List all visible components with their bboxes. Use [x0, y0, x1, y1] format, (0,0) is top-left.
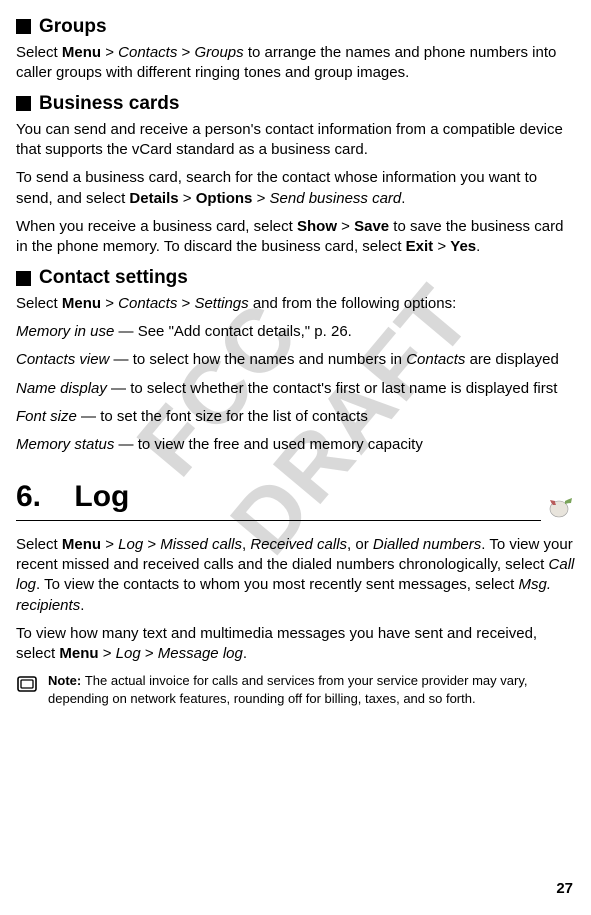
- note-label: Note:: [48, 673, 85, 688]
- page-content: Groups Select Menu > Contacts > Groups t…: [16, 14, 575, 708]
- bullet-square-icon: [16, 271, 31, 286]
- separator: >: [141, 645, 158, 662]
- text: . To view the contacts to whom you most …: [36, 576, 518, 593]
- note-icon: [16, 674, 40, 694]
- text: — to select whether the contact's first …: [107, 380, 558, 397]
- menu-label: Exit: [406, 238, 434, 255]
- business-p1: You can send and receive a person's cont…: [16, 120, 575, 161]
- menu-label: Menu: [59, 645, 98, 662]
- option-label: Contacts view: [16, 351, 109, 368]
- chapter-title: Log: [74, 480, 129, 513]
- menu-label: Details: [129, 190, 178, 207]
- separator: >: [179, 190, 196, 207]
- page-number: 27: [556, 879, 573, 899]
- path-item: Log: [118, 536, 143, 553]
- option-memory-in-use: Memory in use — See "Add contact details…: [16, 322, 575, 342]
- groups-paragraph: Select Menu > Contacts > Groups to arran…: [16, 43, 575, 84]
- note-block: Note: The actual invoice for calls and s…: [16, 672, 575, 707]
- separator: >: [252, 190, 269, 207]
- path-item: Log: [116, 645, 141, 662]
- section-heading-business-cards: Business cards: [16, 91, 575, 117]
- path-item: Contacts: [118, 295, 177, 312]
- text: .: [401, 190, 405, 207]
- contact-settings-intro: Select Menu > Contacts > Settings and fr…: [16, 294, 575, 314]
- menu-label: Show: [297, 218, 337, 235]
- option-contacts-view: Contacts view — to select how the names …: [16, 350, 575, 370]
- separator: >: [433, 238, 450, 255]
- separator: >: [101, 295, 118, 312]
- separator: >: [177, 44, 194, 61]
- text: , or: [347, 536, 373, 553]
- option-font-size: Font size — to set the font size for the…: [16, 407, 575, 427]
- log-p1: Select Menu > Log > Missed calls, Receiv…: [16, 535, 575, 616]
- menu-label: Options: [196, 190, 253, 207]
- menu-label: Yes: [450, 238, 476, 255]
- path-item: Received calls: [250, 536, 347, 553]
- text: .: [80, 597, 84, 614]
- menu-label: Menu: [62, 295, 101, 312]
- path-item: Send business card: [270, 190, 402, 207]
- path-item: Settings: [194, 295, 248, 312]
- menu-label: Menu: [62, 44, 101, 61]
- option-label: Name display: [16, 380, 107, 397]
- option-name-display: Name display — to select whether the con…: [16, 379, 575, 399]
- option-memory-status: Memory status — to view the free and use…: [16, 435, 575, 455]
- path-item: Groups: [194, 44, 243, 61]
- chapter-number: 6.: [16, 480, 41, 513]
- text: are displayed: [465, 351, 558, 368]
- path-item: Dialled numbers: [373, 536, 481, 553]
- separator: >: [337, 218, 354, 235]
- section-heading-groups: Groups: [16, 14, 575, 40]
- note-text: Note: The actual invoice for calls and s…: [48, 672, 575, 707]
- menu-label: Menu: [62, 536, 101, 553]
- bullet-square-icon: [16, 96, 31, 111]
- path-item: Contacts: [118, 44, 177, 61]
- chapter-heading: 6. Log: [16, 477, 541, 521]
- separator: >: [101, 536, 118, 553]
- separator: >: [177, 295, 194, 312]
- text: — See "Add contact details," p. 26.: [114, 323, 351, 340]
- text: The actual invoice for calls and service…: [48, 673, 528, 706]
- text: When you receive a business card, select: [16, 218, 297, 235]
- call-log-icon: [547, 495, 575, 519]
- option-label: Font size: [16, 408, 77, 425]
- text: Select: [16, 536, 62, 553]
- separator: >: [101, 44, 118, 61]
- separator: >: [143, 536, 160, 553]
- text: — to view the free and used memory capac…: [114, 436, 422, 453]
- section-title: Groups: [39, 14, 107, 40]
- option-label: Memory status: [16, 436, 114, 453]
- text: Select: [16, 44, 62, 61]
- text: .: [476, 238, 480, 255]
- text: Select: [16, 295, 62, 312]
- path-item: Message log: [158, 645, 243, 662]
- menu-label: Save: [354, 218, 389, 235]
- option-label: Memory in use: [16, 323, 114, 340]
- text: — to set the font size for the list of c…: [77, 408, 368, 425]
- text: and from the following options:: [249, 295, 457, 312]
- business-p2: To send a business card, search for the …: [16, 168, 575, 209]
- log-p2: To view how many text and multimedia mes…: [16, 624, 575, 665]
- chapter-heading-row: 6. Log: [16, 477, 575, 521]
- separator: >: [99, 645, 116, 662]
- section-heading-contact-settings: Contact settings: [16, 265, 575, 291]
- business-p3: When you receive a business card, select…: [16, 217, 575, 258]
- section-title: Contact settings: [39, 265, 188, 291]
- text: — to select how the names and numbers in: [109, 351, 406, 368]
- text: .: [243, 645, 247, 662]
- path-item: Missed calls: [160, 536, 242, 553]
- path-item: Contacts: [406, 351, 465, 368]
- bullet-square-icon: [16, 19, 31, 34]
- section-title: Business cards: [39, 91, 179, 117]
